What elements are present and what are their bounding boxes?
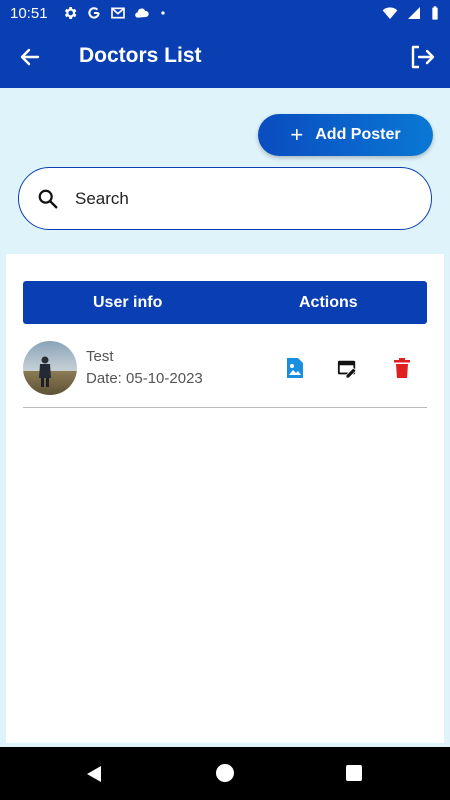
search-input[interactable]: [75, 188, 375, 209]
row-date: Date: 05-10-2023: [86, 370, 203, 387]
status-left-icons: [62, 5, 168, 21]
avatar: [23, 341, 77, 395]
status-time: 10:51: [10, 4, 48, 22]
gear-icon: [64, 7, 76, 19]
delete-icon[interactable]: [392, 357, 412, 379]
doctors-card: User info Actions Test Date: 05-10-2023: [6, 254, 444, 743]
signal-icon: [408, 7, 420, 19]
search-icon: [38, 189, 58, 208]
row-name: Test: [86, 348, 114, 365]
dot-icon: [160, 11, 165, 15]
add-poster-label: Add Poster: [315, 126, 401, 143]
nav-back-icon[interactable]: [85, 765, 103, 783]
search-bar[interactable]: [18, 167, 432, 230]
nav-home-icon[interactable]: [216, 764, 234, 782]
system-nav-bar: [0, 747, 450, 800]
google-icon: [87, 7, 100, 19]
status-bar: 10:51: [0, 0, 450, 26]
logout-icon[interactable]: [408, 43, 436, 71]
image-icon[interactable]: [285, 357, 305, 379]
battery-icon: [432, 6, 438, 20]
cloud-icon: [134, 8, 149, 18]
nav-recents-icon[interactable]: [346, 765, 362, 781]
table-row: Test Date: 05-10-2023: [23, 341, 427, 408]
app-bar: Doctors List: [0, 26, 450, 88]
wifi-icon: [382, 7, 398, 19]
add-poster-button[interactable]: + Add Poster: [258, 114, 433, 156]
edit-icon[interactable]: [337, 357, 357, 379]
header-actions: Actions: [299, 294, 358, 311]
plus-icon: +: [290, 122, 304, 147]
gmail-icon: [110, 7, 125, 19]
back-arrow-icon[interactable]: [18, 45, 42, 69]
page-title: Doctors List: [79, 44, 202, 67]
table-header: User info Actions: [23, 281, 427, 324]
header-user-info: User info: [93, 294, 163, 311]
status-right-icons: [382, 5, 440, 21]
